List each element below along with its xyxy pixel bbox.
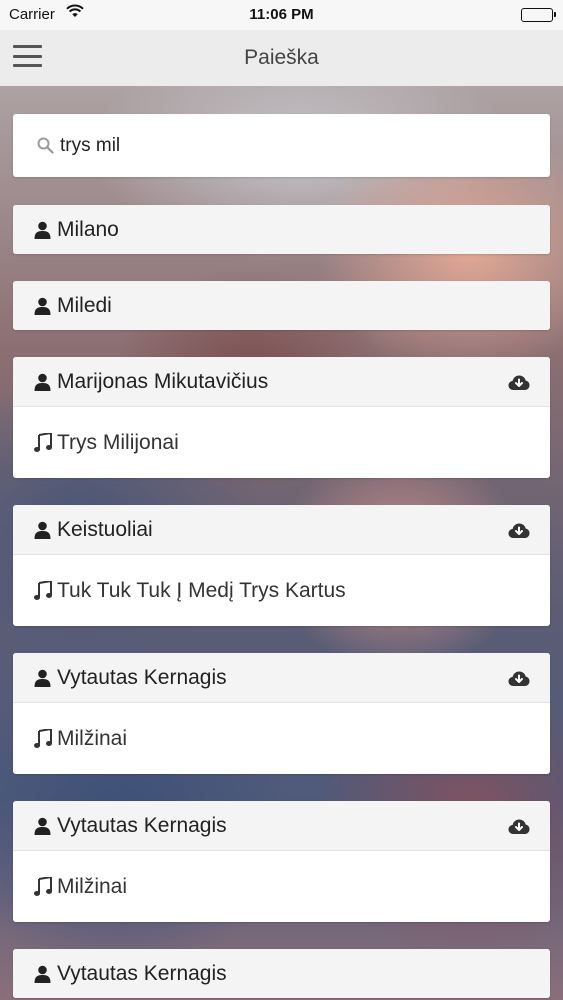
artist-name: Vytautas Kernagis <box>57 813 227 837</box>
artist-name: Marijonas Mikutavičius <box>57 369 269 393</box>
artist-name: Vytautas Kernagis <box>57 961 227 985</box>
person-icon <box>34 965 51 983</box>
song-row[interactable]: Tuk Tuk Tuk Į Medį Trys Kartus <box>13 554 550 626</box>
result-card: Keistuoliai Tuk Tuk Tuk Į Medį Trys Kartu… <box>13 505 550 626</box>
status-bar: Carrier 11:06 PM <box>0 0 563 30</box>
page-title: Paieška <box>244 46 319 69</box>
artist-name: Miledi <box>57 293 112 317</box>
result-card: Vytautas Kernagis Milžinai <box>13 653 550 774</box>
song-title: Milžinai <box>57 726 128 750</box>
song-row[interactable]: Milžinai <box>13 702 550 774</box>
music-note-icon <box>34 876 53 897</box>
result-card: Vytautas Kernagis <box>13 949 550 998</box>
search-bar[interactable] <box>13 114 550 177</box>
artist-row[interactable]: Marijonas Mikutavičius <box>13 357 550 406</box>
song-title: Trys Milijonai <box>57 430 179 454</box>
music-note-icon <box>34 580 53 601</box>
cloud-download-icon[interactable] <box>508 373 530 397</box>
search-input[interactable] <box>60 130 530 162</box>
battery-icon <box>521 8 556 22</box>
search-icon <box>37 137 54 159</box>
song-row[interactable]: Trys Milijonai <box>13 406 550 478</box>
person-icon <box>34 521 51 539</box>
artist-row[interactable]: Milano <box>13 205 550 254</box>
artist-row[interactable]: Keistuoliai <box>13 505 550 554</box>
result-card: Vytautas Kernagis Milžinai <box>13 801 550 922</box>
result-card: Miledi <box>13 281 550 330</box>
artist-row[interactable]: Vytautas Kernagis <box>13 949 550 998</box>
result-card: Milano <box>13 205 550 254</box>
song-row[interactable]: Milžinai <box>13 850 550 922</box>
music-note-icon <box>34 728 53 749</box>
cloud-download-icon[interactable] <box>508 521 530 545</box>
artist-row[interactable]: Vytautas Kernagis <box>13 653 550 702</box>
artist-name: Vytautas Kernagis <box>57 665 227 689</box>
status-time: 11:06 PM <box>249 6 314 23</box>
cloud-download-icon[interactable] <box>508 669 530 693</box>
person-icon <box>34 817 51 835</box>
song-title: Tuk Tuk Tuk Į Medį Trys Kartus <box>57 578 346 602</box>
artist-name: Milano <box>57 217 119 241</box>
artist-row[interactable]: Vytautas Kernagis <box>13 801 550 850</box>
artist-name: Keistuoliai <box>57 517 153 541</box>
person-icon <box>34 297 51 315</box>
cloud-download-icon[interactable] <box>508 817 530 841</box>
song-title: Milžinai <box>57 874 128 898</box>
artist-row[interactable]: Miledi <box>13 281 550 330</box>
person-icon <box>34 669 51 687</box>
person-icon <box>34 373 51 391</box>
person-icon <box>34 221 51 239</box>
result-card: Marijonas Mikutavičius Trys Milijonai <box>13 357 550 478</box>
music-note-icon <box>34 432 53 453</box>
navigation-bar: Paieška <box>0 30 563 86</box>
